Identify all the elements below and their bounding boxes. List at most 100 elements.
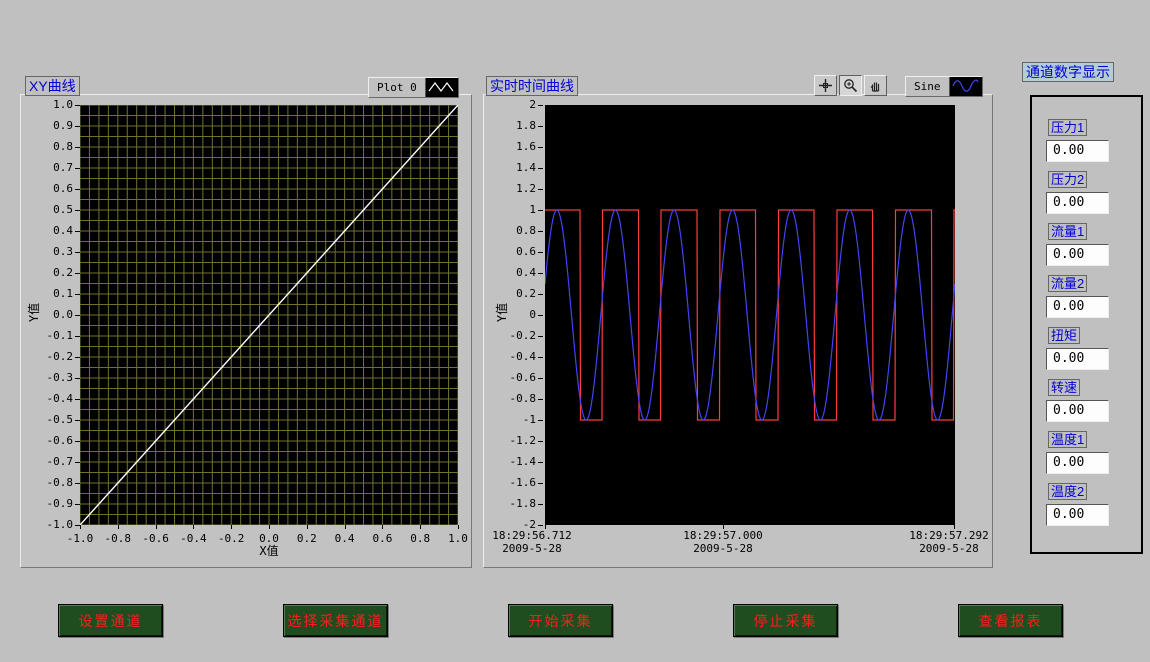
xy-plot-legend[interactable]: Plot 0	[368, 77, 459, 98]
x-tick-label: 1.0	[448, 532, 468, 545]
xy-plot-area[interactable]	[80, 105, 458, 525]
x-tick-mark	[307, 525, 308, 529]
y-tick-mark	[538, 273, 543, 274]
channel-label-flow1: 流量1	[1048, 223, 1087, 240]
zoom-tool-button[interactable]	[839, 75, 862, 96]
x-tick-label: 0.6	[372, 532, 392, 545]
date-label: 2009-5-28	[680, 542, 766, 555]
channel-value-pressure2: 0.00	[1046, 192, 1109, 214]
y-tick-mark	[538, 126, 543, 127]
x-tick-mark	[382, 525, 383, 529]
x-tick-label: -0.8	[105, 532, 132, 545]
realtime-graph-title: 实时时间曲线	[486, 76, 578, 96]
y-tick-label: -0.7	[47, 455, 74, 468]
channel-label-flow2: 流量2	[1048, 275, 1087, 292]
sine-plot-legend[interactable]: Sine	[905, 76, 983, 97]
x-tick-mark	[156, 525, 157, 529]
y-tick-label: 0.1	[53, 287, 73, 300]
channel-value-flow2: 0.00	[1046, 296, 1109, 318]
realtime-x-tick-middle: 18:29:57.000 2009-5-28	[680, 529, 766, 555]
channel-label-temperature2: 温度2	[1048, 483, 1087, 500]
y-tick-label: -0.9	[47, 497, 74, 510]
x-tick-label: 0.2	[297, 532, 317, 545]
channel-label-pressure1: 压力1	[1048, 119, 1087, 136]
x-tick-mark	[118, 525, 119, 529]
channel-value-flow1: 0.00	[1046, 244, 1109, 266]
y-tick-label: -0.2	[510, 329, 537, 342]
date-label: 2009-5-28	[489, 542, 575, 555]
x-tick-mark	[345, 525, 346, 529]
y-tick-label: -1.4	[510, 455, 537, 468]
select-acquisition-channels-button[interactable]: 选择采集通道	[283, 604, 388, 637]
y-tick-mark	[538, 147, 543, 148]
channel-value-temperature2: 0.00	[1046, 504, 1109, 526]
realtime-x-tick-end: 18:29:57.292 2009-5-28	[906, 529, 992, 555]
y-tick-label: 1.0	[53, 98, 73, 111]
start-acquisition-button[interactable]: 开始采集	[508, 604, 613, 637]
pan-tool-button[interactable]	[864, 75, 887, 96]
stop-acquisition-button[interactable]: 停止采集	[733, 604, 838, 637]
x-tick-label: -1.0	[67, 532, 94, 545]
timestamp-label: 18:29:56.712	[489, 529, 575, 542]
x-tick-label: 0.8	[410, 532, 430, 545]
channel-value-pressure1: 0.00	[1046, 140, 1109, 162]
y-tick-mark	[538, 336, 543, 337]
channel-label-speed: 转速	[1048, 379, 1080, 396]
y-tick-label: -0.4	[47, 392, 74, 405]
x-tick-mark	[193, 525, 194, 529]
y-tick-mark	[538, 252, 543, 253]
y-tick-mark	[538, 483, 543, 484]
y-tick-mark	[538, 441, 543, 442]
x-tick-mark	[80, 525, 81, 529]
configure-channels-button[interactable]: 设置通道	[58, 604, 163, 637]
x-tick-label: -0.6	[142, 532, 169, 545]
xy-x-axis-ticks: -1.0-0.8-0.6-0.4-0.20.00.20.40.60.81.0	[80, 525, 458, 549]
y-tick-label: -0.2	[47, 350, 74, 363]
realtime-plot-area[interactable]	[545, 105, 955, 525]
y-tick-label: 0.3	[53, 245, 73, 258]
x-tick-mark	[269, 525, 270, 529]
y-tick-label: 0.4	[516, 266, 536, 279]
cursor-tool-button[interactable]	[814, 75, 837, 96]
y-tick-label: -0.4	[510, 350, 537, 363]
y-tick-label: 0.5	[53, 203, 73, 216]
x-tick-label: 0.0	[259, 532, 279, 545]
y-tick-label: 1.6	[516, 140, 536, 153]
xy-graph-title: XY曲线	[25, 76, 80, 96]
view-report-button[interactable]: 查看报表	[958, 604, 1063, 637]
date-label: 2009-5-28	[906, 542, 992, 555]
y-tick-label: -1.0	[47, 518, 74, 531]
channel-value-torque: 0.00	[1046, 348, 1109, 370]
y-tick-label: 0.2	[53, 266, 73, 279]
y-tick-mark	[538, 378, 543, 379]
y-tick-mark	[538, 189, 543, 190]
y-tick-label: -0.5	[47, 413, 74, 426]
y-tick-label: -0.8	[510, 392, 537, 405]
sine-legend-label: Sine	[906, 77, 949, 96]
y-tick-label: -1.2	[510, 434, 537, 447]
sine-line-icon	[949, 77, 982, 96]
y-tick-label: 0.6	[516, 245, 536, 258]
y-tick-mark	[538, 357, 543, 358]
x-tick-mark	[420, 525, 421, 529]
y-tick-mark	[538, 294, 543, 295]
realtime-y-axis-ticks: 21.81.61.41.210.80.60.40.20-0.2-0.4-0.6-…	[491, 105, 543, 525]
plot0-line-icon	[425, 78, 458, 97]
y-tick-label: 0.7	[53, 161, 73, 174]
y-tick-mark	[538, 210, 543, 211]
channel-display-box: 压力10.00压力20.00流量10.00流量20.00扭矩0.00转速0.00…	[1030, 95, 1143, 554]
channel-display-title: 通道数字显示	[1022, 62, 1114, 82]
channel-label-torque: 扭矩	[1048, 327, 1080, 344]
y-tick-label: 1	[529, 203, 536, 216]
channel-value-speed: 0.00	[1046, 400, 1109, 422]
y-tick-label: -1	[523, 413, 536, 426]
x-tick-label: 0.4	[335, 532, 355, 545]
graph-tool-palette	[814, 75, 887, 96]
y-tick-label: 2	[529, 98, 536, 111]
y-tick-label: -0.6	[47, 434, 74, 447]
y-tick-label: 0.2	[516, 287, 536, 300]
y-tick-label: -0.3	[47, 371, 74, 384]
y-tick-mark	[538, 315, 543, 316]
x-tick-mark	[231, 525, 232, 529]
y-tick-mark	[538, 231, 543, 232]
